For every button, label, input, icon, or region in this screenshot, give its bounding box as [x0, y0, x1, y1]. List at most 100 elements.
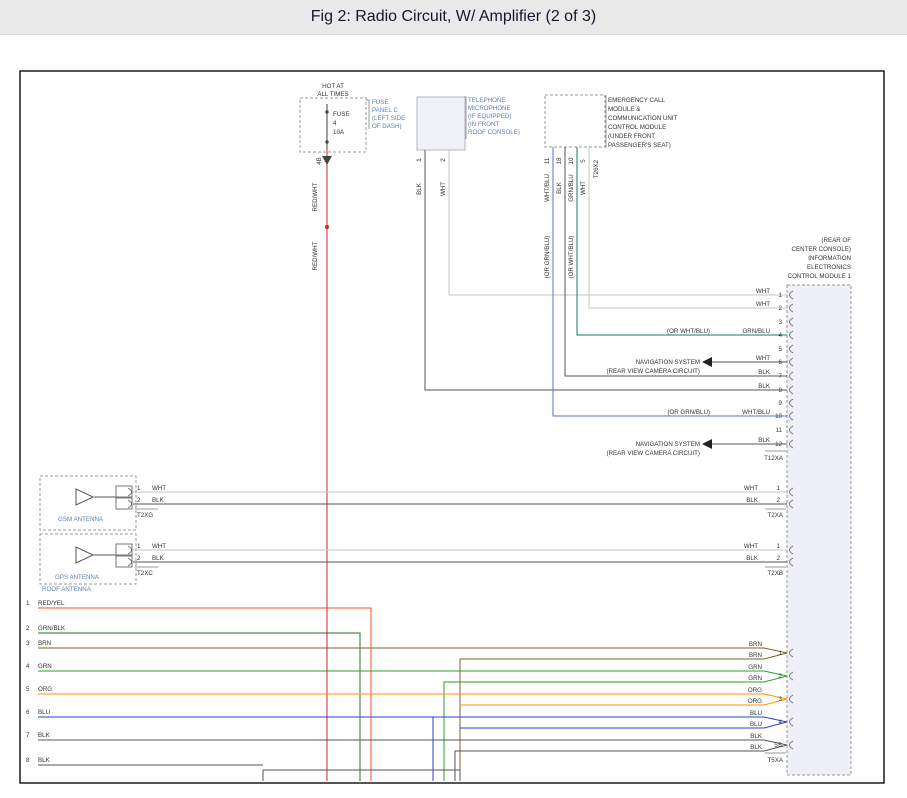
fuse-down-arrow	[322, 156, 332, 165]
diagram-label: CENTER CONSOLE)	[792, 246, 851, 253]
diagram-label: 4	[779, 332, 783, 339]
diagram-label: GRN/BLU	[568, 174, 575, 202]
gsm-antenna-label: GSM ANTENNA	[58, 516, 104, 523]
diagram-label: 7	[26, 732, 30, 739]
diagram-label: 1	[777, 485, 781, 492]
fuse-terminal-top	[325, 110, 328, 113]
diagram-label: 9	[779, 400, 783, 407]
diagram-label: MODULE &	[608, 106, 641, 113]
diagram-label: (OR WHT/BLU)	[568, 236, 575, 279]
pin-terminal	[128, 558, 132, 566]
diagram-label: 6	[26, 709, 30, 716]
diagram-label: MICROPHONE	[468, 105, 511, 112]
nav-arrow-pin6	[702, 357, 712, 367]
diagram-label: RED/WHT	[312, 182, 319, 211]
diagram-label: BRN	[749, 652, 762, 659]
diagram-label: GRN	[38, 663, 52, 670]
wire-row5-org	[38, 694, 787, 699]
junction-dot-red	[325, 225, 329, 229]
diagram-label: 5	[26, 686, 30, 693]
next-page-box-outline	[263, 770, 460, 781]
diagram-label: INFORMATION	[808, 255, 851, 262]
diagram-label: BLK	[758, 369, 771, 376]
nav-arrow-pin12	[702, 439, 712, 449]
diagram-label: 18	[556, 157, 563, 164]
diagram-label: ALL TIMES	[317, 91, 348, 98]
diagram-label: PANEL C	[372, 107, 398, 114]
diagram-label: CONTROL MODULE	[608, 124, 666, 131]
fuse-panel-label: FUSE	[372, 99, 389, 106]
diagram-label: BLK	[758, 437, 771, 444]
pin-terminal	[128, 488, 132, 496]
fuse-terminal-bottom	[325, 140, 328, 143]
gsm-antenna-symbol	[76, 489, 93, 505]
diagram-label: BLU	[750, 721, 762, 728]
wire-ec-wht	[589, 147, 787, 308]
diagram-label: 4	[26, 663, 30, 670]
connector-t5xa: T5XA	[768, 757, 784, 764]
emergency-call-module-box	[545, 95, 605, 147]
diagram-label: BLK	[38, 732, 51, 739]
diagram-label: BLK	[556, 181, 563, 194]
diagram-label: BRN	[38, 640, 51, 647]
diagram-label: 1	[779, 292, 783, 299]
diagram-label: (UNDER FRONT	[608, 133, 655, 140]
diagram-label: 2	[777, 497, 781, 504]
diagram-label: 10A	[333, 129, 345, 136]
diagram-label: ROOF CONSOLE)	[468, 129, 520, 136]
diagram-label: 3	[779, 696, 783, 703]
wire-row4-grn	[38, 671, 787, 676]
diagram-label: BLK	[746, 497, 759, 504]
diagram-label: 2	[137, 497, 141, 504]
gps-antenna-symbol	[76, 547, 93, 563]
pin-terminal	[128, 546, 132, 554]
wire-mic-wht	[449, 150, 787, 295]
telephone-microphone-label: TELEPHONE	[468, 97, 505, 104]
diagram-label: (REAR VIEW CAMERA CIRCUIT)	[606, 368, 700, 375]
diagram-label: 10	[568, 157, 575, 164]
diagram-label: WHT/BLU	[742, 409, 770, 416]
diagram-label: 1	[137, 485, 141, 492]
diagram-label: (OR GRN/BLU)	[667, 409, 710, 416]
diagram-label: (OR WHT/BLU)	[667, 328, 710, 335]
diagram-label: WHT	[152, 543, 166, 550]
diagram-label: WHT/BLU	[544, 174, 551, 202]
diagram-label: 2	[777, 555, 781, 562]
diagram-label: BLK	[416, 182, 423, 195]
diagram-label: BLK	[152, 555, 165, 562]
diagram-label: 1	[777, 543, 781, 550]
diagram-label: BLK	[758, 383, 771, 390]
diagram-label: 1	[26, 600, 30, 607]
roof-antenna-label: ROOF ANTENNA	[42, 586, 92, 593]
wire-row6-blu	[38, 717, 787, 722]
diagram-label: 2	[779, 673, 783, 680]
diagram-label: 7	[779, 373, 783, 380]
diagram-label: BLK	[38, 757, 51, 764]
diagram-label: GRN	[748, 664, 762, 671]
diagram-label: (OR GRN/BLU)	[544, 236, 551, 279]
diagram-label: WHT	[756, 355, 770, 362]
diagram-label: 1	[779, 650, 783, 657]
diagram-label: WHT	[756, 301, 770, 308]
diagram-label: WHT	[744, 485, 758, 492]
wire-blk-2	[455, 745, 787, 781]
diagram-label: 2	[440, 158, 447, 162]
info-electronics-module-box	[787, 285, 851, 775]
diagram-label: BLK	[750, 744, 763, 751]
diagram-label: (REAR VIEW CAMERA CIRCUIT)	[606, 450, 700, 457]
diagram-label: 2	[26, 625, 30, 632]
diagram-label: GRN/BLU	[742, 328, 770, 335]
wire-row3-brn	[38, 648, 787, 653]
info-module-label: (REAR OF	[821, 237, 851, 244]
diagram-label: GRN	[748, 675, 762, 682]
connector-t2xg: T2XG	[137, 512, 153, 519]
diagram-label: WHT	[440, 182, 447, 196]
diagram-label: FUSE	[333, 111, 350, 118]
diagram-label: BLK	[746, 555, 759, 562]
wire-row7-blk	[38, 740, 787, 745]
diagram-label: PASSENGER'S SEAT)	[608, 142, 671, 149]
diagram-label: WHT	[580, 181, 587, 195]
diagram-label: WHT	[756, 288, 770, 295]
connector-t2xa: T2XA	[768, 512, 784, 519]
diagram-svg: HOT ATALL TIMESFUSE410AFUSEPANEL C(LEFT …	[0, 0, 907, 798]
